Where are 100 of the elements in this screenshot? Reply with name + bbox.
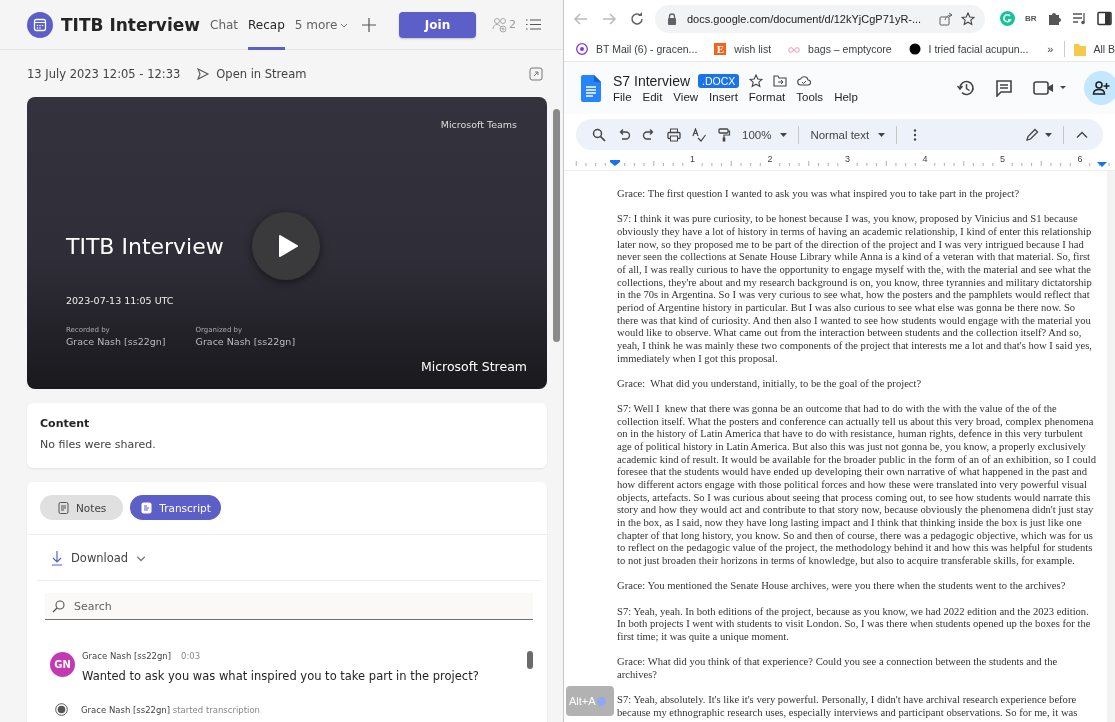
download-icon[interactable] xyxy=(51,549,63,566)
zoom-dropdown[interactable]: 100% xyxy=(742,128,788,141)
transcript-text: Wanted to ask you was what inspired you to take part in the project? xyxy=(82,669,479,683)
menu-item[interactable]: Edit xyxy=(642,91,663,103)
comment-icon[interactable] xyxy=(995,79,1013,97)
recording-timestamp: 2023-07-13 11:05 UTC xyxy=(66,295,175,306)
document-paragraph: S7: Yeah, yeah. In both editions of the project, because as you know, we had 2022 edition and the 2023 edition. In both projects I went with students to visit London. So, I was there when students opened up the boxes for the first time; it was quite a unique moment. xyxy=(617,605,1092,644)
meeting-time: 13 July 2023 12:05 - 12:33 xyxy=(27,66,181,81)
tab[interactable]: 5 more xyxy=(294,0,349,50)
puzzle-icon[interactable] xyxy=(1046,11,1062,26)
caret-icon[interactable] xyxy=(1045,132,1052,137)
indent-marker[interactable] xyxy=(610,160,620,166)
document-paragraph: Grace: You mentioned the Senate House archives, were you there when the students went to the archives? xyxy=(617,580,1067,593)
menu-item[interactable]: Insert xyxy=(709,91,738,103)
play-outline-icon xyxy=(196,66,211,81)
transcript-icon[interactable] xyxy=(141,501,153,514)
cloud-icon[interactable] xyxy=(797,74,812,88)
document-paragraph: S7: Well I knew that there was gonna be an outcome that had to do with the with the value of the of the collection itself. What the posters and conference can actually tell us about this very broad, complex phenomena on in the history of Latin America that have to do with resistance, human rights, defence in this very turbulent age of political history in Latin America. But also this was just not gonna be, you know, a properly exclusively academic kind of result. It would be available for the broader public in the form of an of an exhibition, so I could foresee that the students would have ended up developing their own narrative of what happened in the past and how different actors engage with those political forces and how these were translated into very powerful visual objects, artefacts. So I was curious about seeing that process coming out, to see how students would narrate this story and how they would act and contribute to that story now, because obviously the phenomena didn't just stay in the box, as I said, now they have long lasting impact and I think that thinking inside the box is just like one chapter of that long history, you know. So and then of course, there was a pedagogic objective, which was for us to reflect on the pedagogic value of the project, the methodology behind it and how this was helpful for students to not just broaden their horizons in terms of knowledge, but also to acquire transferable skills, for example. xyxy=(617,403,1096,568)
bookmark-folder[interactable]: All B xyxy=(1093,43,1115,55)
caret-icon[interactable] xyxy=(878,132,886,137)
timestamp: 0:03 xyxy=(181,651,201,661)
undo-icon[interactable] xyxy=(617,127,631,142)
tab[interactable]: Chat xyxy=(210,0,239,50)
document-paragraph: Grace: What did you understand, initially, to be the goal of the project? xyxy=(617,377,923,391)
dot-icon xyxy=(596,696,606,706)
move-folder-icon[interactable] xyxy=(773,74,788,88)
ruler-number: 3 xyxy=(845,154,850,164)
open-in-stream-link[interactable]: Open in Stream xyxy=(216,66,307,81)
document-paragraph: Grace: The first question I wanted to ask you was what inspired you to take part in the project? xyxy=(617,188,1021,201)
bookmark-link[interactable]: bags – emptycore xyxy=(808,43,892,55)
history-icon[interactable] xyxy=(957,79,975,97)
document-paragraph: S7: I think it was pure curiosity, to be honest because I was, you know, proposed by Vinicius and S1 because obviously they have a lot of history in terms of having an academic relationship, I kind of enter this relationship later now, so they proposed me to be part of the direction of the project and I was very intrigued because I had never seen the collections at Senate House Library while Anna is a kind of a veteran with that material. So, first of all, I was really curious to have the opportunity to engage myself with the, with the material and see what the collections, they're about and my research background is on, you know, three tyrannies and military dictatorship in the 70s in Argentina. So I was very curious to see what, how the posters and the pamphlets would reflect that period of Argentine history in particular. But I was also curious to see what else was gonna be there now. So there was that kind of curiosity. And then also I wanted to see how students would engage with the material you would like to observe. What came out from the interaction between students and the collection itself? And so, yeah, I think he was mainly these two components of the project that interests me a lot and that's how I said yes, immediately when I got this proposal. xyxy=(617,213,1093,366)
style-dropdown[interactable]: Normal text xyxy=(810,128,886,141)
view-tab[interactable]: Transcript xyxy=(130,495,221,520)
editing-mode-button[interactable] xyxy=(1025,127,1052,142)
avatar: GN xyxy=(50,652,75,677)
lock-icon xyxy=(665,11,679,26)
folder-icon xyxy=(1074,42,1087,56)
add-person-icon[interactable] xyxy=(1092,79,1110,97)
pop-out-icon[interactable] xyxy=(529,66,543,81)
ruler-number: 1 xyxy=(690,154,695,164)
ruler-number: 6 xyxy=(1077,154,1083,164)
menu-item[interactable]: Format xyxy=(748,91,786,103)
tab[interactable]: Recap xyxy=(248,0,285,50)
plus-icon[interactable] xyxy=(362,17,377,32)
menu-item[interactable]: Help xyxy=(834,91,858,103)
search-field[interactable]: Search xyxy=(45,593,533,620)
pencil-icon[interactable] xyxy=(1025,127,1039,142)
extension-label[interactable]: BR xyxy=(1025,14,1037,23)
bookmarks-overflow-button[interactable]: » xyxy=(1047,43,1054,55)
list-icon[interactable] xyxy=(526,18,541,31)
menu-item[interactable]: View xyxy=(673,91,699,103)
ruler-number: 5 xyxy=(1000,154,1005,164)
join-button[interactable]: Join xyxy=(399,11,476,38)
shortcut-label: Alt+A xyxy=(569,695,596,707)
side-panel-icon[interactable] xyxy=(1096,11,1112,26)
print-icon[interactable] xyxy=(667,127,681,142)
star-icon[interactable] xyxy=(749,74,764,88)
download-button[interactable]: Download xyxy=(51,549,147,566)
dot-icon xyxy=(908,43,921,55)
site-logo: E xyxy=(714,43,727,55)
video-call-icon[interactable] xyxy=(1033,79,1067,97)
person-name: Grace Nash [ss22gn] xyxy=(66,336,166,347)
menu-item[interactable]: File xyxy=(613,91,632,103)
address-bar[interactable]: docs.google.com/document/d/12kYjCgP71yR-... xyxy=(655,4,985,33)
play-button[interactable] xyxy=(251,212,320,280)
document-paragraph: S7: Yeah, absolutely. It's like it's very powerful. Personally, I didn't have archival research experience before because my ethnographic research uses, especially interviews and participant observations. So for me, it was xyxy=(617,694,1079,720)
media-icon[interactable] xyxy=(1071,11,1087,26)
redo-icon[interactable] xyxy=(642,127,656,142)
ruler-number: 2 xyxy=(767,154,773,164)
record-icon xyxy=(55,703,68,716)
view-tab[interactable]: Notes xyxy=(40,495,124,520)
document-title[interactable]: S7 Interview xyxy=(613,73,691,89)
calendar-icon xyxy=(27,11,53,38)
speaker-name: Grace Nash [ss22gn] xyxy=(82,651,172,661)
share-button[interactable] xyxy=(1084,71,1115,105)
scrollbar-thumb[interactable] xyxy=(527,651,533,669)
file-type-badge: .DOCX xyxy=(698,74,740,88)
document-paragraph: Grace: What did you think of that experience? Could you see a connection between the students and the archives? xyxy=(617,656,1059,682)
reload-icon[interactable] xyxy=(629,10,645,27)
search-icon[interactable] xyxy=(592,127,606,142)
bookmark-link[interactable]: wish list xyxy=(734,43,772,55)
notes-icon[interactable] xyxy=(58,501,69,514)
indent-marker[interactable] xyxy=(1097,162,1107,167)
document-icon[interactable] xyxy=(581,74,601,102)
scrollbar-thumb[interactable] xyxy=(553,109,560,342)
brand-label: Microsoft Stream xyxy=(420,359,527,374)
brand-label: Microsoft Teams xyxy=(440,119,517,130)
share-icon[interactable] xyxy=(939,11,953,26)
menu-item[interactable]: Tools xyxy=(796,91,824,103)
paint-format-icon[interactable] xyxy=(717,127,731,142)
empty-message: No files were shared. xyxy=(40,438,157,451)
person-name: Grace Nash [ss22gn] xyxy=(195,336,296,347)
bookmark-link[interactable]: BT Mail (6) - gracen... xyxy=(596,43,698,55)
meeting-title: TITB Interview xyxy=(61,14,200,35)
spellcheck-icon[interactable] xyxy=(692,127,706,142)
bookmark-link[interactable]: I tried facial acupun... xyxy=(928,43,1029,55)
star-icon[interactable] xyxy=(961,11,975,26)
section-heading: Content xyxy=(40,417,91,430)
caret-icon[interactable] xyxy=(780,132,788,137)
